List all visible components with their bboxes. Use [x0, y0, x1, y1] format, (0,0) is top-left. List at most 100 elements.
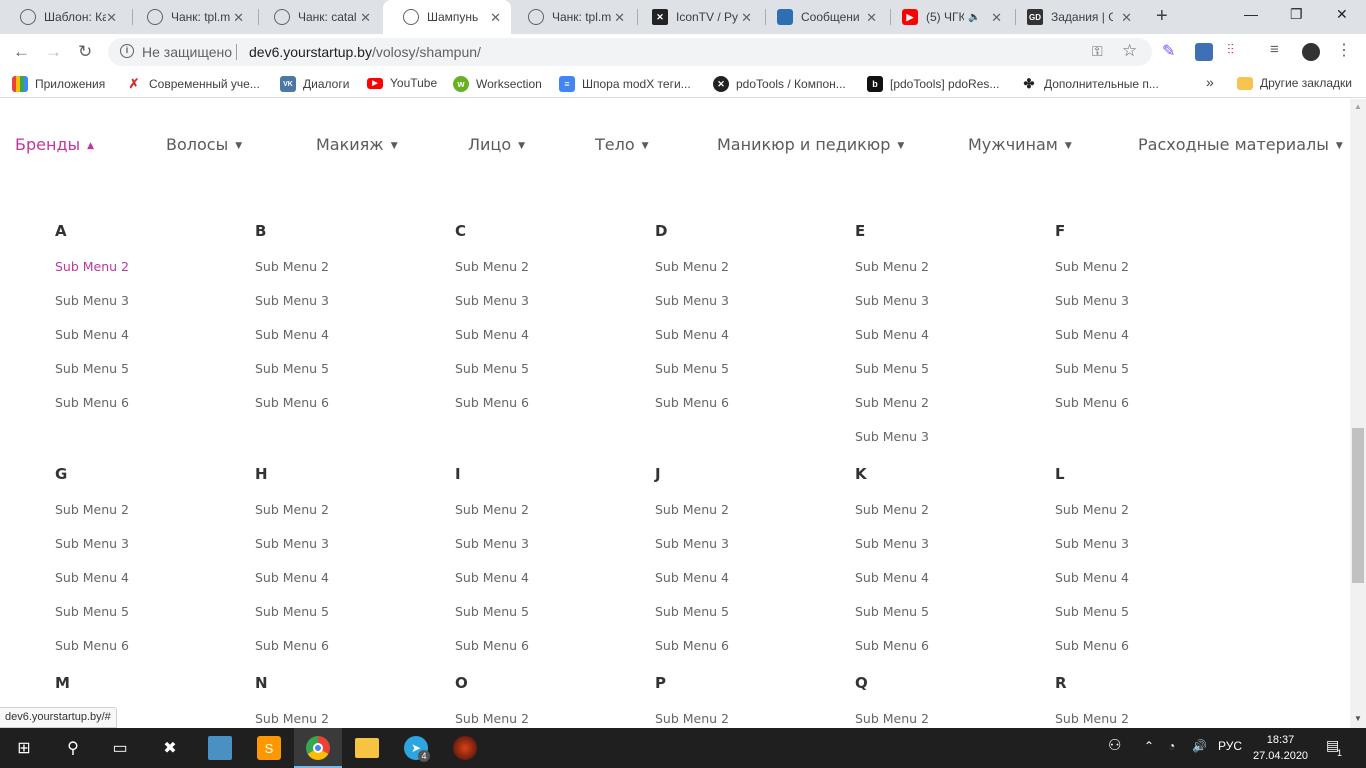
security-label[interactable]: Не защищено: [142, 44, 232, 60]
brand-submenu-link[interactable]: Sub Menu 4: [255, 327, 329, 342]
feather-extension-icon[interactable]: ✎: [1162, 41, 1180, 60]
brand-submenu-link[interactable]: Sub Menu 2: [455, 502, 529, 517]
brand-submenu-link[interactable]: Sub Menu 3: [655, 293, 729, 308]
brand-submenu-link[interactable]: Sub Menu 5: [1055, 604, 1129, 619]
browser-tab[interactable]: Чанк: tpl.m ✕: [127, 0, 254, 34]
scrollbar-thumb[interactable]: [1352, 428, 1364, 583]
close-window-icon[interactable]: ✕: [1336, 6, 1348, 23]
extension-icon[interactable]: [1195, 43, 1213, 61]
bookmark-star-icon[interactable]: ☆: [1122, 41, 1137, 61]
brand-submenu-link[interactable]: Sub Menu 3: [655, 536, 729, 551]
brand-submenu-link[interactable]: Sub Menu 2: [855, 502, 929, 517]
people-icon[interactable]: ⚇: [1108, 736, 1121, 754]
browser-tab[interactable]: GD Задания | G ✕: [1007, 0, 1142, 34]
nav-item-men[interactable]: Мужчинам ▼: [968, 135, 1072, 154]
bookmark-item[interactable]: b [pdoTools] pdoRes...: [867, 76, 999, 92]
brand-submenu-link[interactable]: Sub Menu 4: [455, 570, 529, 585]
brand-submenu-link[interactable]: Sub Menu 6: [1055, 638, 1129, 653]
brand-submenu-link[interactable]: Sub Menu 5: [655, 361, 729, 376]
nav-item-makeup[interactable]: Макияж ▼: [316, 135, 398, 154]
task-view-icon[interactable]: ▭: [108, 736, 132, 760]
bookmark-apps[interactable]: Приложения: [12, 76, 105, 92]
brand-submenu-link[interactable]: Sub Menu 3: [455, 293, 529, 308]
clock[interactable]: 18:37 27.04.2020: [1253, 732, 1308, 764]
browser-tab[interactable]: Чанк: tpl.m ✕: [508, 0, 635, 34]
bookmark-item[interactable]: ✕ pdoTools / Компон...: [713, 76, 846, 92]
playlist-icon[interactable]: ≡: [1270, 41, 1288, 59]
xmind-app-icon[interactable]: ✖: [158, 736, 182, 760]
scroll-down-arrow-icon[interactable]: ▼: [1354, 714, 1362, 723]
forward-icon[interactable]: →: [45, 42, 62, 62]
brand-submenu-link[interactable]: Sub Menu 4: [855, 327, 929, 342]
nav-item-manicure[interactable]: Маникюр и педикюр ▼: [717, 135, 904, 154]
brand-submenu-link[interactable]: Sub Menu 5: [855, 604, 929, 619]
brand-submenu-link[interactable]: Sub Menu 5: [255, 604, 329, 619]
close-tab-icon[interactable]: ✕: [360, 10, 371, 26]
brand-submenu-link[interactable]: Sub Menu 3: [255, 293, 329, 308]
brand-submenu-link[interactable]: Sub Menu 3: [55, 293, 129, 308]
key-icon[interactable]: ⚿: [1092, 43, 1103, 60]
address-bar[interactable]: i Не защищено dev6.yourstartup.by/volosy…: [108, 38, 1152, 66]
sublime-text-icon[interactable]: S: [257, 736, 281, 760]
brand-submenu-link[interactable]: Sub Menu 2: [455, 259, 529, 274]
close-tab-icon[interactable]: ✕: [991, 10, 1002, 26]
brand-submenu-link[interactable]: Sub Menu 2: [255, 711, 329, 726]
brand-submenu-link[interactable]: Sub Menu 6: [1055, 395, 1129, 410]
brand-submenu-link[interactable]: Sub Menu 5: [255, 361, 329, 376]
brand-submenu-link[interactable]: Sub Menu 5: [55, 361, 129, 376]
brand-submenu-link[interactable]: Sub Menu 4: [55, 327, 129, 342]
close-tab-icon[interactable]: ✕: [614, 10, 625, 26]
brand-submenu-link[interactable]: Sub Menu 6: [255, 395, 329, 410]
brand-submenu-link[interactable]: Sub Menu 6: [55, 638, 129, 653]
close-tab-icon[interactable]: ✕: [741, 10, 752, 26]
brand-submenu-link[interactable]: Sub Menu 2: [55, 259, 129, 274]
volume-icon[interactable]: 🔊: [1192, 739, 1207, 753]
file-explorer-icon[interactable]: [355, 738, 379, 758]
brand-submenu-link[interactable]: Sub Menu 2: [855, 259, 929, 274]
brand-submenu-link[interactable]: Sub Menu 6: [255, 638, 329, 653]
nav-item-hair[interactable]: Волосы ▼: [166, 135, 242, 154]
restore-icon[interactable]: ❐: [1290, 6, 1303, 23]
windows-start-icon[interactable]: ⊞: [12, 736, 36, 760]
show-hidden-icons-icon[interactable]: ⌃: [1144, 739, 1154, 753]
brand-submenu-link[interactable]: Sub Menu 6: [55, 395, 129, 410]
wifi-icon[interactable]: ◔: [1168, 739, 1175, 753]
bookmark-item[interactable]: w Worksection: [453, 76, 542, 92]
nav-item-body[interactable]: Тело ▼: [595, 135, 649, 154]
browser-tab-active[interactable]: Шампунь ✕: [383, 0, 511, 34]
brand-submenu-link[interactable]: Sub Menu 6: [455, 638, 529, 653]
bookmark-item[interactable]: ▶ YouTube: [367, 76, 437, 90]
brand-submenu-link[interactable]: Sub Menu 6: [655, 638, 729, 653]
brand-submenu-link[interactable]: Sub Menu 6: [655, 395, 729, 410]
other-bookmarks[interactable]: Другие закладки: [1237, 76, 1352, 90]
close-tab-icon[interactable]: ✕: [106, 10, 117, 26]
brand-submenu-link[interactable]: Sub Menu 3: [55, 536, 129, 551]
nav-item-brands[interactable]: Бренды ▲: [15, 135, 94, 154]
bookmark-item[interactable]: VK Диалоги: [280, 76, 349, 92]
brand-submenu-link[interactable]: Sub Menu 2: [1055, 711, 1129, 726]
browser-tab[interactable]: Чанк: catal ✕: [254, 0, 381, 34]
browser-tab[interactable]: Шаблон: Ка ✕: [0, 0, 127, 34]
close-tab-icon[interactable]: ✕: [490, 10, 501, 26]
brand-submenu-link[interactable]: Sub Menu 5: [55, 604, 129, 619]
brand-submenu-link[interactable]: Sub Menu 4: [455, 327, 529, 342]
game-app-icon[interactable]: [453, 736, 477, 760]
avatar[interactable]: [1302, 43, 1320, 61]
brand-submenu-link[interactable]: Sub Menu 4: [55, 570, 129, 585]
brand-submenu-link[interactable]: Sub Menu 6: [455, 395, 529, 410]
brand-submenu-link[interactable]: Sub Menu 3: [455, 536, 529, 551]
brand-submenu-link[interactable]: Sub Menu 2: [1055, 502, 1129, 517]
close-tab-icon[interactable]: ✕: [233, 10, 244, 26]
bookmark-item[interactable]: ≡ Шпора modX теги...: [559, 76, 691, 92]
search-icon[interactable]: ⚲: [61, 736, 85, 760]
brand-submenu-link[interactable]: Sub Menu 3: [255, 536, 329, 551]
brand-submenu-link[interactable]: Sub Menu 3: [855, 293, 929, 308]
minimize-icon[interactable]: —: [1244, 6, 1258, 22]
brand-submenu-link[interactable]: Sub Menu 2: [855, 711, 929, 726]
brand-submenu-link[interactable]: Sub Menu 2: [855, 395, 929, 410]
brand-submenu-link[interactable]: Sub Menu 2: [655, 711, 729, 726]
brand-submenu-link[interactable]: Sub Menu 3: [1055, 293, 1129, 308]
brand-submenu-link[interactable]: Sub Menu 2: [55, 502, 129, 517]
equalizer-extension-icon[interactable]: ⫶⫶: [1227, 41, 1245, 59]
brand-submenu-link[interactable]: Sub Menu 2: [655, 502, 729, 517]
